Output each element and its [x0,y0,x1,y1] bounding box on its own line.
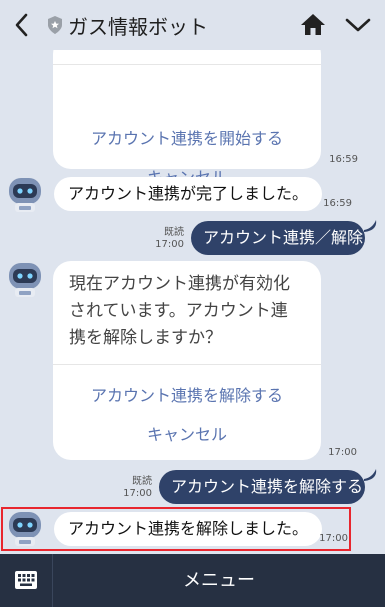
timestamp: 16:59 [323,198,352,209]
keyboard-icon [15,571,37,589]
card-question-line: されています。アカウント連 [69,301,288,321]
unlink-account-button[interactable]: アカウント連携を解除する [53,382,321,406]
card-divider [53,364,321,365]
timestamp: 17:00 [123,488,152,499]
bot-avatar-icon [9,178,41,212]
menu-button[interactable]: メニュー [53,554,385,607]
shield-icon [48,16,62,34]
back-icon[interactable] [10,12,34,38]
user-message-bubble: アカウント連携／解除 [191,221,365,255]
card-question-line: 携を解除しますか？ [69,328,222,348]
read-receipt: 既読 [132,476,152,487]
chevron-down-icon[interactable] [344,14,372,36]
bubble-tail [364,220,377,232]
bottom-menu-bar: メニュー [0,554,385,607]
bubble-tail [364,469,377,481]
timestamp: 17:00 [328,447,357,458]
cancel-button[interactable]: キャンセル [53,421,321,445]
home-icon[interactable] [300,12,326,36]
highlight-box [1,507,351,551]
card-question-line: 現在アカウント連携が有効化 [69,274,290,294]
chat-header: ガス情報ボット [0,0,385,50]
bot-message-bubble: アカウント連携が完了しました。 [54,177,323,211]
user-message-bubble: アカウント連携を解除する [159,470,365,504]
keyboard-toggle-button[interactable] [0,554,53,607]
bot-avatar-icon [9,263,41,297]
timestamp: 17:00 [155,239,184,250]
card-divider [53,64,321,65]
unlink-confirm-card: 現在アカウント連携が有効化 されています。アカウント連 携を解除しますか？ アカ… [53,261,321,460]
chat-title: ガス情報ボット [68,15,208,39]
start-account-link-button[interactable]: アカウント連携を開始する [53,125,321,149]
account-link-card: アカウント連携を開始する キャンセル [53,36,321,187]
read-receipt: 既読 [164,227,184,238]
timestamp: 16:59 [329,154,358,165]
